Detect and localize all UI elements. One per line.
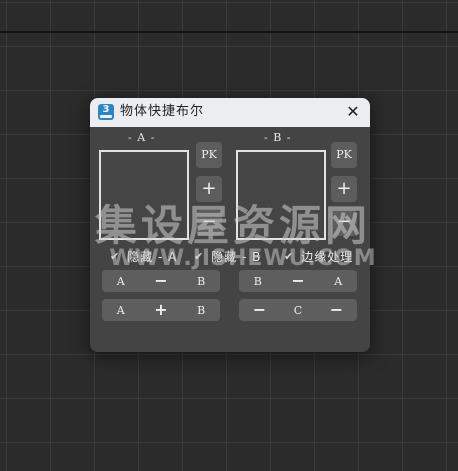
- c-operation-button[interactable]: − C −: [239, 299, 357, 321]
- b-minus-a-button[interactable]: B − A: [239, 270, 357, 292]
- checkmark-icon: ✔: [194, 250, 204, 263]
- remove-b-button[interactable]: −: [331, 210, 357, 236]
- op-left: B: [253, 274, 262, 288]
- app-icon-label: 3: [102, 104, 110, 115]
- minus-icon: −: [336, 211, 352, 232]
- hide-b-checkbox[interactable]: ✔ 隐藏 - B: [194, 248, 261, 265]
- plus-icon: +: [336, 178, 352, 199]
- minus-icon: −: [329, 300, 344, 319]
- plus-icon: +: [201, 178, 217, 199]
- close-button[interactable]: ✕: [344, 103, 362, 121]
- app-icon-strip: [100, 115, 112, 118]
- boolean-dialog: 3 物体快捷布尔 ✕ - A - PK + − - B - PK + − ✔ 隐…: [90, 98, 370, 352]
- a-minus-b-button[interactable]: A − B: [102, 270, 220, 292]
- op-right: A: [334, 274, 343, 288]
- checkmark-icon: ✔: [110, 250, 120, 263]
- pick-b-button[interactable]: PK: [331, 142, 357, 168]
- plus-icon: +: [154, 300, 168, 319]
- hide-a-checkbox[interactable]: ✔ 隐藏 - A: [110, 248, 177, 265]
- pick-a-button[interactable]: PK: [196, 142, 222, 168]
- title-bar[interactable]: 3 物体快捷布尔 ✕: [90, 98, 370, 127]
- remove-a-button[interactable]: −: [196, 210, 222, 236]
- a-plus-b-button[interactable]: A + B: [102, 299, 220, 321]
- close-icon: ✕: [346, 102, 360, 121]
- app-icon: 3: [98, 104, 114, 120]
- op-left: A: [116, 303, 125, 317]
- checkmark-icon: ✔: [284, 250, 294, 263]
- add-a-button[interactable]: +: [196, 176, 222, 202]
- op-right: B: [197, 274, 206, 288]
- minus-icon: −: [252, 300, 267, 319]
- add-b-button[interactable]: +: [331, 176, 357, 202]
- pick-a-label: PK: [201, 148, 217, 161]
- object-a-slot[interactable]: [99, 150, 189, 240]
- minus-icon: −: [201, 211, 217, 232]
- window-title: 物体快捷布尔: [120, 104, 205, 119]
- hide-b-label: 隐藏 - B: [211, 250, 262, 264]
- op-left: A: [116, 274, 125, 288]
- op-mid: C: [293, 303, 303, 317]
- viewport-border: [0, 31, 458, 33]
- pick-b-label: PK: [336, 148, 352, 161]
- op-right: B: [197, 303, 206, 317]
- group-a-label: - A -: [128, 131, 156, 144]
- group-b-label: - B -: [264, 131, 292, 144]
- minus-icon: −: [291, 271, 305, 290]
- minus-icon: −: [154, 271, 168, 290]
- edge-process-checkbox[interactable]: ✔ 边缘处理: [284, 248, 353, 265]
- hide-a-label: 隐藏 - A: [127, 250, 178, 264]
- edge-process-label: 边缘处理: [301, 250, 354, 264]
- object-b-slot[interactable]: [236, 150, 326, 240]
